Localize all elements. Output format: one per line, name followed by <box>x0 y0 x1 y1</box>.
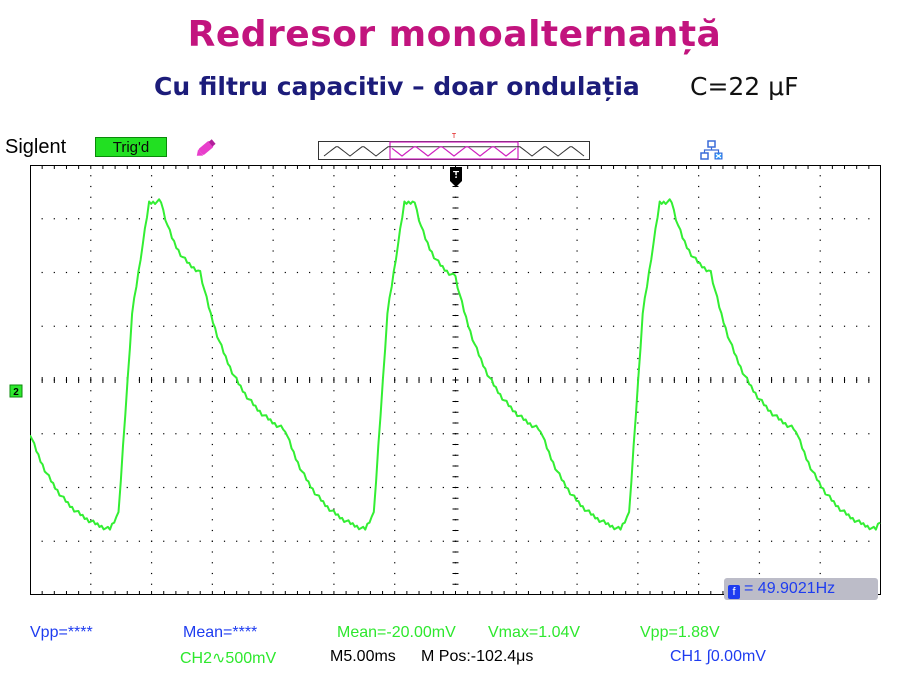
ch2-scale: CH2∿500mV <box>180 650 277 667</box>
timebase-overview-icon: T <box>318 133 590 160</box>
ch2-vmax: Vmax=1.04V <box>488 624 581 641</box>
pen-icon <box>196 139 216 156</box>
capacitance-value: C=22 μF <box>690 72 799 101</box>
ch1-mean: Mean=**** <box>183 624 258 641</box>
svg-text:T: T <box>452 133 457 140</box>
slide-title: Redresor monoalternanță <box>187 14 722 55</box>
ch2-mean: Mean=-20.00mV <box>337 624 456 641</box>
channel-marker-icon: 2 <box>9 384 23 398</box>
ch1-trigger: CH1 ∫0.00mV <box>670 648 766 665</box>
m-pos: M Pos:-102.4μs <box>421 648 534 665</box>
ch1-vpp: Vpp=**** <box>30 624 93 641</box>
timebase: M5.00ms <box>330 648 396 665</box>
slide-subtitle: Cu filtru capacitiv – doar ondulația <box>154 72 640 101</box>
trigger-status-badge: Trig'd <box>95 137 167 157</box>
ch2-trace <box>30 198 881 531</box>
waveform-plot <box>30 165 881 595</box>
frequency-readout: f = 49.9021Hz <box>724 578 878 600</box>
network-icon <box>700 140 723 160</box>
brand-label: Siglent <box>5 136 67 158</box>
oscilloscope-screen: Siglent Trig'd T T 2 f= 49.9021Hz <box>0 130 909 675</box>
ch2-vpp: Vpp=1.88V <box>640 624 720 641</box>
frequency-value: = 49.9021Hz <box>744 580 836 597</box>
frequency-icon: f <box>728 585 740 599</box>
svg-text:2: 2 <box>13 387 19 398</box>
